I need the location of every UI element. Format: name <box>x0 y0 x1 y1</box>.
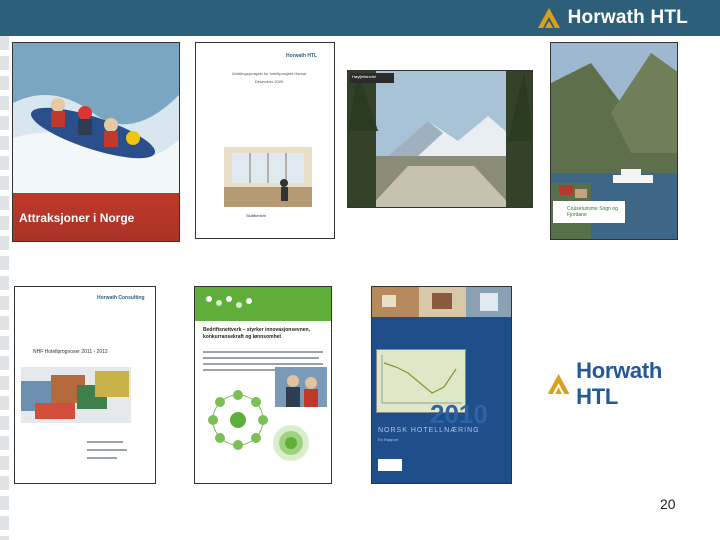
cover-text-line <box>87 449 127 451</box>
cover-consulting: Horwath Consulting NHF Hotellprognoser 2… <box>14 286 156 484</box>
horwath-logo: Horwath HTL <box>546 358 688 409</box>
cover-title: Utviklingsprosjekt for hotellprosjekt Ha… <box>231 71 307 76</box>
target-diagram <box>273 425 309 461</box>
cover-label: Cruiseturisme Sogn og Fjordane <box>567 206 618 218</box>
rafting-photo <box>13 43 179 193</box>
cover-text-line <box>87 457 117 459</box>
cover-hotel2010: 2010 NORSK HOTELLNÆRING En Rapport <box>371 286 512 484</box>
left-decorative-strip <box>0 36 9 540</box>
cover-fjord: Cruiseturisme Sogn og Fjordane <box>550 42 678 240</box>
cover-text-line <box>203 363 323 365</box>
cover-text-line <box>87 441 123 443</box>
cover-title: NHF Hotellprognoser 2011 - 2012 <box>33 349 108 355</box>
cover-green: Bedriftsnettverk – styrker innovasjonsev… <box>194 286 332 484</box>
cover-text-line <box>203 357 319 359</box>
cover-subtitle: En Rapport <box>378 437 399 442</box>
cover-title: Bedriftsnettverk – styrker innovasjonsev… <box>203 327 310 340</box>
header-logo-text: Horwath HTL <box>567 7 688 28</box>
lodge-photo <box>348 71 532 207</box>
cover-title: Attraksjoner i Norge <box>19 211 135 225</box>
people-photo <box>275 367 327 407</box>
cover-logo: Horwath Consulting <box>97 295 145 301</box>
cover-label: Høyfjellshotel <box>352 74 377 79</box>
cover-text-line <box>203 351 323 353</box>
cover-logo: Horwath HTL <box>286 53 318 59</box>
interior-photo <box>224 147 312 207</box>
horwath-mountain-icon <box>547 373 570 395</box>
horwath-mountain-icon <box>537 8 560 28</box>
horwath-logo-text: Horwath HTL <box>576 358 663 409</box>
page-number: 20 <box>660 496 676 512</box>
cover-label: Sluttbericht <box>246 213 267 218</box>
network-diagram <box>208 390 268 450</box>
cover-date: Desember 2009 <box>254 79 284 84</box>
hotel-photo-strip <box>372 287 511 317</box>
header-bar: Horwath HTL <box>0 0 720 36</box>
cover-attraksjoner: Attraksjoner i Norge <box>12 42 180 242</box>
cover-title: NORSK HOTELLNÆRING <box>378 427 480 434</box>
header-logo: Horwath HTL <box>536 6 688 30</box>
cover-utviklingsprosjekt: Horwath HTL Utviklingsprosjekt for hotel… <box>195 42 335 239</box>
collage-photo <box>21 367 131 423</box>
dots-graphic <box>206 296 252 308</box>
cover-year: 2010 <box>430 399 488 429</box>
cover-lodge: Høyfjellshotel <box>347 70 533 208</box>
